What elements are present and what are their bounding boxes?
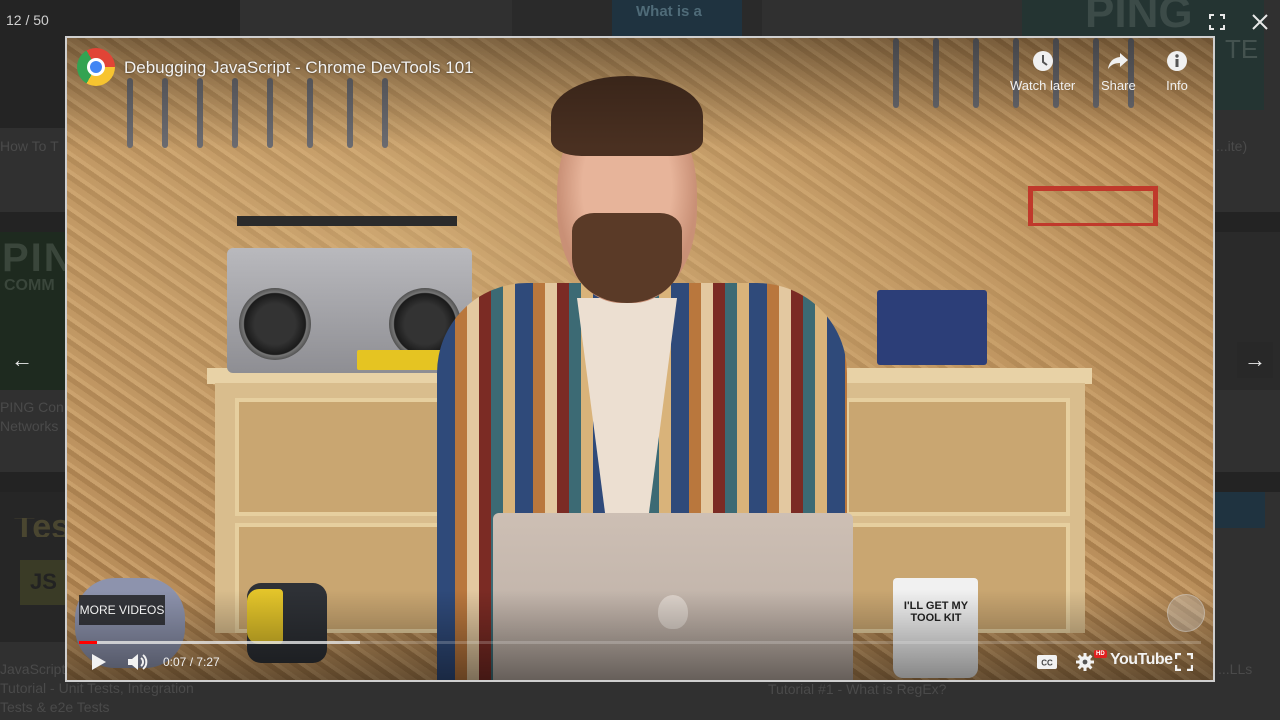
bg-thumb-text: TE (1225, 40, 1259, 59)
bg-thumb-text: What is a (636, 3, 702, 20)
mute-button[interactable] (125, 650, 151, 674)
watch-later-label: Watch later (1010, 78, 1076, 93)
arrow-right-icon: → (1244, 347, 1266, 372)
progress-played (79, 641, 97, 644)
bg-video-title: Tests & e2e Tests (0, 699, 110, 715)
clock-icon (1032, 51, 1053, 71)
bg-video-title: Tutorial #1 - What is RegEx? (768, 681, 947, 697)
info-icon (1167, 51, 1187, 71)
next-slide-button[interactable]: → (1237, 342, 1273, 378)
bg-video-title: How To T (0, 138, 59, 154)
channel-watermark[interactable] (1167, 594, 1205, 632)
info-label: Info (1166, 78, 1188, 93)
bg-video-title: ...ite) (1216, 138, 1248, 154)
time-display: 0:07 / 7:27 (163, 655, 220, 669)
bg-thumb-text: COMM (4, 277, 55, 294)
play-button[interactable] (87, 650, 111, 674)
soldering-station (877, 290, 987, 365)
bg-thumb-text: PING (1085, 0, 1193, 37)
video-player[interactable]: I'LL GET MY TOOL KIT Debugging JavaScrip… (65, 36, 1215, 682)
lightbox-close-button[interactable] (1246, 8, 1274, 36)
bg-thumbnail (1215, 492, 1265, 528)
play-icon (92, 654, 106, 670)
bg-thumb-text: Tes (14, 518, 71, 537)
bg-video-title: PING Con (0, 399, 64, 415)
share-button[interactable]: Share (1101, 50, 1136, 93)
hd-badge: HD (1094, 650, 1107, 658)
share-arrow-icon (1108, 53, 1129, 69)
bg-video-title: Networks (0, 418, 59, 434)
share-label: Share (1101, 78, 1136, 93)
close-icon (1252, 14, 1268, 30)
volume-icon (128, 654, 148, 670)
settings-gear-icon (1076, 653, 1094, 671)
arrow-left-icon: ← (11, 347, 33, 372)
youtube-logo[interactable]: YouTube (1110, 651, 1173, 669)
lightbox-fullscreen-button[interactable] (1203, 8, 1231, 36)
bg-video-title: ...LLs (1218, 661, 1253, 677)
more-videos-button[interactable]: MORE VIDEOS (79, 595, 165, 625)
bg-thumb-text: JS (30, 572, 57, 591)
hacksaw (1028, 186, 1158, 226)
closed-captions-icon: CC (1037, 655, 1057, 669)
slide-counter: 12 / 50 (6, 12, 49, 28)
progress-loaded (79, 641, 360, 644)
svg-text:CC: CC (1041, 659, 1053, 668)
info-button[interactable]: Info (1166, 50, 1188, 93)
captions-button[interactable]: CC (1035, 650, 1059, 674)
bg-video-title: JavaScript (0, 661, 66, 677)
progress-bar[interactable] (79, 641, 1201, 644)
watch-later-button[interactable]: Watch later (1010, 50, 1075, 93)
fullscreen-icon (1209, 14, 1225, 30)
chrome-logo-icon[interactable] (77, 48, 115, 86)
presenter-beard (572, 213, 682, 303)
player-fullscreen-button[interactable] (1172, 650, 1196, 674)
video-title[interactable]: Debugging JavaScript - Chrome DevTools 1… (124, 58, 474, 78)
previous-slide-button[interactable]: ← (4, 342, 40, 378)
fullscreen-icon (1175, 653, 1193, 671)
